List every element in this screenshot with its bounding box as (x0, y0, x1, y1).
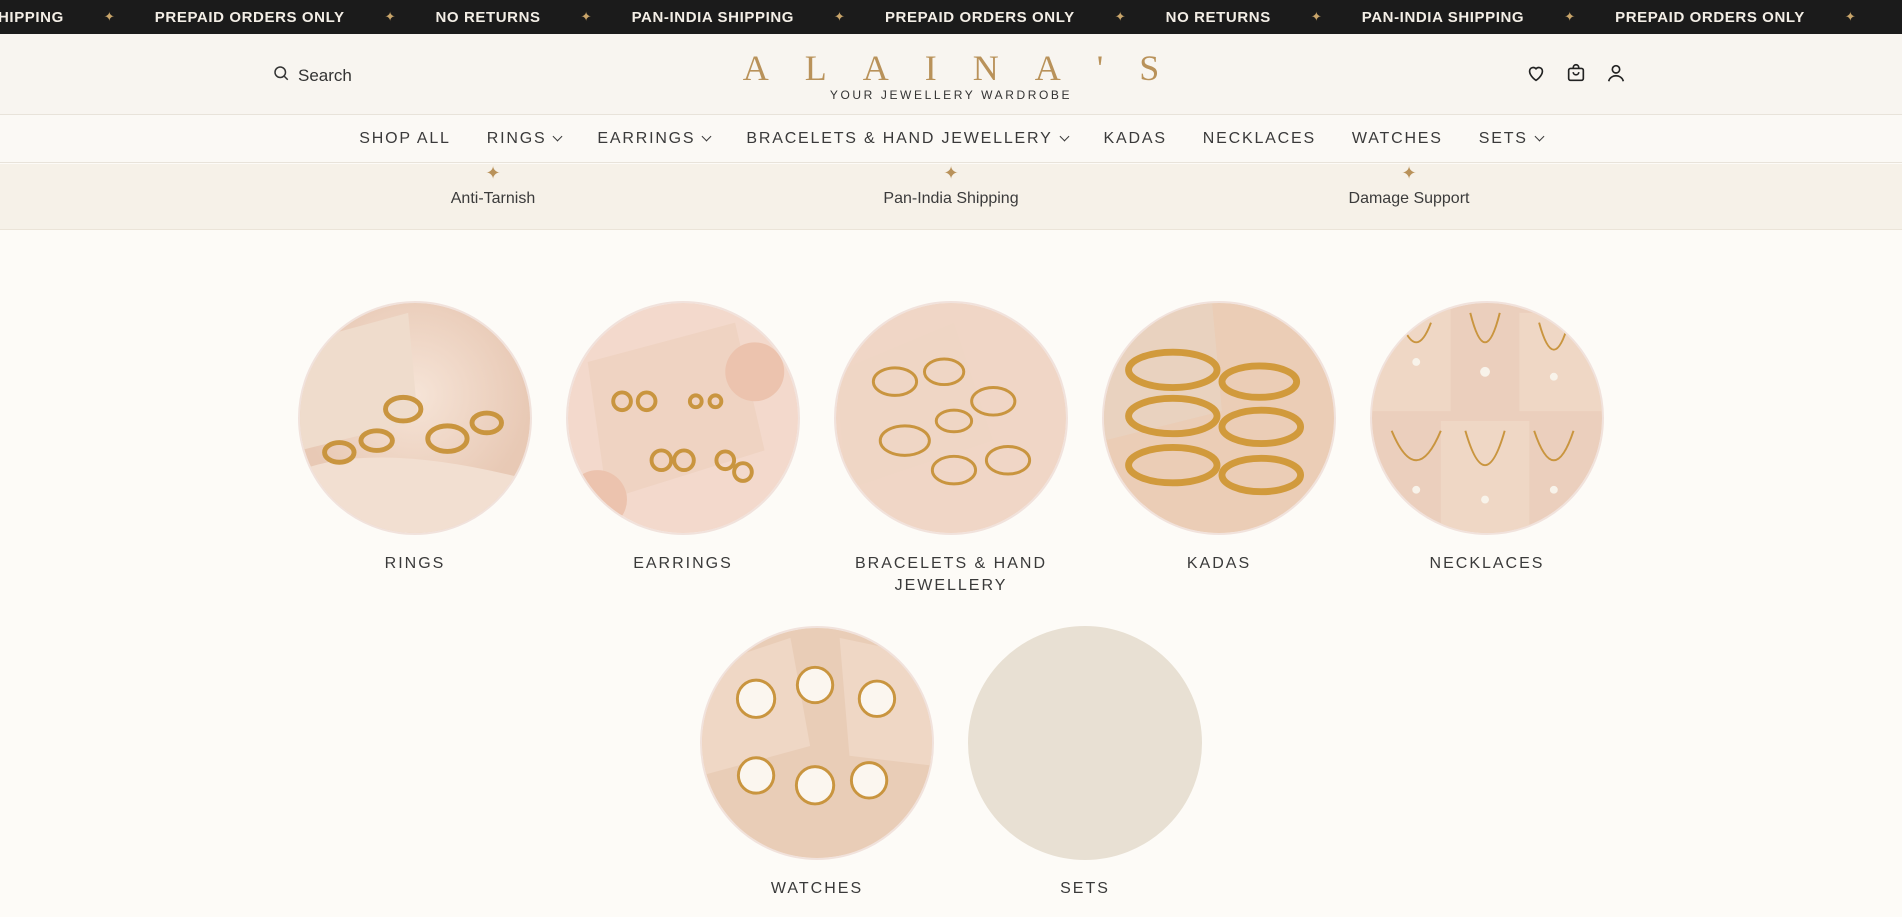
logo-name: ALAINA'S (742, 48, 1196, 88)
sparkle-separator-icon: ✦ (1844, 9, 1856, 24)
sparkle-separator-icon: ✦ (103, 9, 115, 24)
category-bracelets[interactable]: BRACELETS & HAND JEWELLERY (831, 301, 1071, 597)
features-bar: ✦ Anti-Tarnish ✦ Pan-India Shipping ✦ Da… (0, 164, 1902, 230)
nav-item-necklaces[interactable]: NECKLACES (1185, 130, 1334, 148)
category-necklaces[interactable]: NECKLACES (1367, 301, 1607, 575)
marquee-item: PREPAID ORDERS ONLY ✦ (155, 9, 436, 26)
marquee-item: PREPAID ORDERS ONLY ✦ (885, 9, 1166, 26)
necklaces-photo (1370, 301, 1604, 535)
category-label: NECKLACES (1429, 555, 1545, 572)
nav-item-label: WATCHES (1351, 129, 1443, 147)
logo-tagline: YOUR JEWELLERY WARDROBE (829, 88, 1073, 102)
marquee-item: HIPPING ✦ (0, 9, 155, 26)
category-label: BRACELETS & HAND JEWELLERY (854, 555, 1048, 594)
watches-photo (700, 626, 934, 860)
sparkle-separator-icon: ✦ (384, 9, 396, 24)
earrings-photo (566, 301, 800, 535)
sparkle-icon: ✦ (485, 163, 501, 183)
nav-item-watches[interactable]: WATCHES (1334, 130, 1461, 148)
category-watches[interactable]: WATCHES (697, 626, 937, 900)
nav-item-earrings[interactable]: EARRINGS (579, 130, 728, 148)
sparkle-icon: ✦ (1401, 163, 1417, 183)
marquee-text: PREPAID ORDERS ONLY (154, 8, 345, 26)
sparkle-separator-icon: ✦ (580, 9, 592, 24)
chevron-down-icon (1059, 131, 1069, 142)
marquee-text: PAN-INDIA SHIPPING (1361, 8, 1525, 26)
nav-item-label: KADAS (1103, 129, 1167, 147)
nav-item-label: SETS (1478, 129, 1528, 147)
sparkle-separator-icon: ✦ (834, 9, 845, 24)
marquee-track: HIPPING ✦ PREPAID ORDERS ONLY ✦ NO RETURNS ✦ P… (0, 0, 1896, 34)
feature-label: Damage Support (1348, 190, 1470, 207)
feature-anti-tarnish: ✦ Anti-Tarnish (363, 164, 623, 208)
category-label: WATCHES (770, 880, 864, 897)
category-earrings[interactable]: EARRINGS (563, 301, 803, 575)
category-sets[interactable]: SETS (965, 626, 1205, 900)
sparkle-icon: ✦ (943, 163, 959, 183)
account-user-icon[interactable] (1605, 62, 1627, 84)
nav-item-label: RINGS (486, 129, 547, 147)
marquee-text: PAN-INDIA SHIPPING (631, 8, 795, 26)
chevron-down-icon (701, 131, 712, 142)
wishlist-heart-icon[interactable] (1525, 62, 1547, 84)
marquee-item: PREPAID ORDERS ONLY ✦ (1615, 9, 1896, 26)
search-button[interactable]: Search (272, 64, 352, 87)
search-icon (272, 64, 290, 87)
marquee-item: PAN-INDIA SHIPPING ✦ (632, 9, 885, 26)
chevron-down-icon (1534, 131, 1545, 142)
category-label: SETS (1060, 880, 1110, 897)
sparkle-separator-icon: ✦ (1310, 9, 1322, 24)
feature-label: Pan-India Shipping (883, 190, 1019, 207)
marquee-item: NO RETURNS ✦ (1166, 9, 1362, 26)
marquee-text: HIPPING (0, 8, 64, 26)
category-label: EARRINGS (633, 555, 733, 572)
nav-item-rings[interactable]: RINGS (469, 130, 580, 148)
feature-label: Anti-Tarnish (450, 190, 536, 207)
nav-item-sets[interactable]: SETS (1461, 130, 1561, 148)
category-label: RINGS (384, 555, 446, 572)
nav-item-shop-all[interactable]: SHOP ALL (341, 130, 469, 148)
sparkle-separator-icon: ✦ (1114, 9, 1126, 24)
announcement-marquee: HIPPING ✦ PREPAID ORDERS ONLY ✦ NO RETURNS ✦ P… (0, 0, 1902, 34)
site-logo[interactable]: ALAINA'S YOUR JEWELLERY WARDROBE (686, 48, 1216, 102)
feature-damage-support: ✦ Damage Support (1279, 164, 1539, 208)
nav-item-label: SHOP ALL (359, 129, 451, 147)
sparkle-separator-icon: ✦ (1564, 9, 1576, 24)
marquee-item: NO RETURNS ✦ (435, 9, 631, 26)
nav-item-label: BRACELETS & HAND JEWELLERY (746, 129, 1053, 147)
sets-placeholder (968, 626, 1202, 860)
category-kadas[interactable]: KADAS (1099, 301, 1339, 575)
site-header: Search ALAINA'S YOUR JEWELLERY WARDROBE (0, 34, 1902, 115)
chevron-down-icon (552, 131, 563, 142)
cart-bag-icon[interactable] (1565, 62, 1587, 84)
marquee-text: NO RETURNS (435, 8, 541, 26)
main-navigation: SHOP ALL RINGS EARRINGS BRACELETS & HAND JE… (0, 115, 1902, 163)
nav-item-label: NECKLACES (1202, 129, 1316, 147)
marquee-item: PAN-INDIA SHIPPING ✦ (1362, 9, 1615, 26)
header-actions (1525, 62, 1627, 84)
marquee-text: PREPAID ORDERS ONLY (884, 8, 1075, 26)
nav-item-label: EARRINGS (597, 129, 696, 147)
feature-shipping: ✦ Pan-India Shipping (821, 164, 1081, 208)
marquee-text: NO RETURNS (1165, 8, 1271, 26)
rings-photo (298, 301, 532, 535)
nav-item-bracelets-hand-jewellery[interactable]: BRACELETS & HAND JEWELLERY (728, 130, 1085, 148)
marquee-text: PREPAID ORDERS ONLY (1615, 8, 1805, 26)
kadas-photo (1102, 301, 1336, 535)
category-label: KADAS (1186, 555, 1252, 572)
bracelets-photo (834, 301, 1068, 535)
search-label: Search (298, 65, 352, 85)
category-rings[interactable]: RINGS (295, 301, 535, 575)
nav-item-kadas[interactable]: KADAS (1086, 130, 1185, 148)
